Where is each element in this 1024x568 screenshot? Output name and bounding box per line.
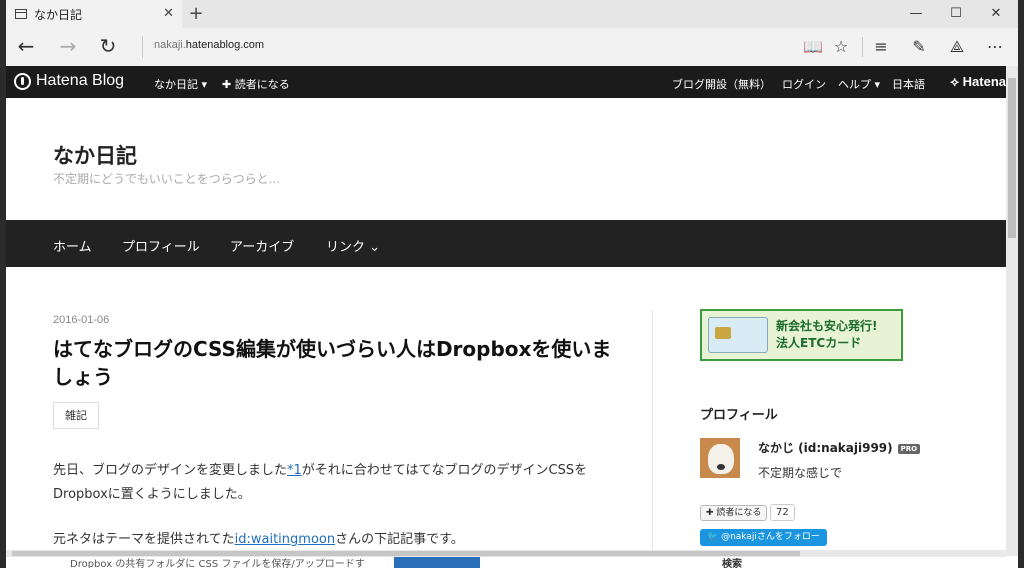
hatena-blog-logo[interactable]: Hatena Blog <box>14 72 124 90</box>
nav-links[interactable]: リンク ⌄ <box>326 236 380 255</box>
search-heading: 検索 <box>722 559 742 568</box>
ad-text: 新会社も安心発行! 法人ETCカード <box>776 319 878 350</box>
address-separator <box>142 36 143 58</box>
hatena-blog-logo-text: Hatena Blog <box>36 72 125 89</box>
subscribe-button[interactable]: ✚ 読者になる <box>700 505 768 521</box>
global-nav: ホーム プロフィール アーカイブ リンク ⌄ <box>6 220 1006 267</box>
column-divider <box>652 310 653 550</box>
page-icon <box>15 9 27 19</box>
more-icon[interactable]: ⋯ <box>984 37 1006 57</box>
blog-title[interactable]: なか日記 <box>53 140 137 170</box>
browser-tab[interactable]: なか日記 ✕ <box>6 0 182 28</box>
tab-title: なか日記 <box>34 7 83 22</box>
scroll-thumb[interactable] <box>1008 78 1016 238</box>
reading-view-icon[interactable]: 📖 <box>802 37 824 57</box>
web-note-icon[interactable]: ✎ <box>908 37 930 57</box>
profile-description: 不定期な感じで <box>758 466 843 480</box>
nav-home[interactable]: ホーム <box>53 236 92 255</box>
ad-banner[interactable]: 新会社も安心発行! 法人ETCカード <box>700 309 903 361</box>
address-bar: ← → ↻ nakaji.hatenablog.com 📖 ☆ ≡ ✎ ⟁ ⋯ <box>6 28 1018 66</box>
partial-text: Dropbox の共有フォルダに CSS ファイルを保存/アップロードす <box>70 559 365 568</box>
etc-card-image <box>708 317 768 353</box>
hatena-logo-text: Hatena <box>962 74 1006 89</box>
open-blog-link[interactable]: ブログ開設（無料） <box>672 76 771 92</box>
entry-title[interactable]: はてなブログのCSS編集が使いづらい人はDropboxを使いましょう <box>53 335 613 391</box>
refresh-icon[interactable]: ↻ <box>96 36 120 56</box>
entry-text: さんの下記記事です。 <box>335 532 464 547</box>
nav-profile[interactable]: プロフィール <box>122 236 200 255</box>
toolbar-separator <box>862 37 863 57</box>
nav-archive[interactable]: アーカイブ <box>230 236 294 255</box>
profile-heading: プロフィール <box>700 408 778 423</box>
below-fold-content: Dropbox の共有フォルダに CSS ファイルを保存/アップロードす 検索 <box>6 557 1018 568</box>
avatar[interactable] <box>700 438 740 478</box>
blog-description: 不定期にどうでもいいことをつらつらと... <box>53 172 281 186</box>
hatena-logo-link[interactable]: ⟡ Hatena <box>950 74 1006 90</box>
entry-text: 先日、ブログのデザインを変更しました <box>53 463 288 478</box>
close-window-button[interactable]: ✕ <box>976 0 1016 28</box>
hatena-logo-icon <box>14 72 31 90</box>
hub-icon[interactable]: ≡ <box>870 37 892 57</box>
user-id-link[interactable]: id:waitingmoon <box>235 532 335 547</box>
partial-blue-block <box>394 557 480 568</box>
browser-window: なか日記 ✕ + — ☐ ✕ ← → ↻ nakaji.hatenablog.c… <box>6 0 1018 568</box>
vertical-scrollbar[interactable] <box>1006 66 1018 556</box>
subscribe-link[interactable]: ✚ 読者になる <box>222 76 290 92</box>
hatena-antenna-icon: ⟡ <box>950 74 963 89</box>
favorite-star-icon[interactable]: ☆ <box>830 37 852 57</box>
entry-date[interactable]: 2016-01-06 <box>53 314 109 326</box>
url-field[interactable]: nakaji.hatenablog.com <box>154 39 264 51</box>
maximize-button[interactable]: ☐ <box>936 0 976 28</box>
forward-icon[interactable]: → <box>56 36 80 56</box>
blog-menu[interactable]: なか日記 ▾ <box>154 76 207 92</box>
entry-paragraph: 先日、ブログのデザインを変更しました*1がそれに合わせてはてなブログのデザインC… <box>53 459 613 507</box>
footnote-link[interactable]: *1 <box>287 463 302 478</box>
profile-name[interactable]: なかじ (id:nakaji999) PRO <box>758 439 921 456</box>
horizontal-scrollbar[interactable] <box>6 550 1006 557</box>
scroll-thumb[interactable] <box>12 551 800 556</box>
tab-bar: なか日記 ✕ + — ☐ ✕ <box>6 0 1018 28</box>
login-link[interactable]: ログイン <box>782 76 826 92</box>
subscriber-count: 72 <box>770 504 795 521</box>
language-link[interactable]: 日本語 <box>892 76 925 92</box>
category-tag[interactable]: 雑記 <box>53 402 99 429</box>
twitter-follow-button[interactable]: 🐦 @nakajiさんをフォロー <box>700 529 827 546</box>
hatena-global-header: Hatena Blog なか日記 ▾ ✚ 読者になる ブログ開設（無料） ログイ… <box>6 66 1006 98</box>
minimize-button[interactable]: — <box>896 0 936 28</box>
new-tab-button[interactable]: + <box>186 3 206 24</box>
entry-text: 元ネタはテーマを提供されてた <box>53 532 235 547</box>
help-menu[interactable]: ヘルプ ▾ <box>838 76 880 92</box>
pro-badge: PRO <box>897 443 921 454</box>
entry-paragraph: 元ネタはテーマを提供されてたid:waitingmoonさんの下記記事です。 <box>53 528 613 552</box>
tab-close-icon[interactable]: ✕ <box>163 6 174 21</box>
back-icon[interactable]: ← <box>14 36 38 56</box>
share-icon[interactable]: ⟁ <box>946 37 968 57</box>
